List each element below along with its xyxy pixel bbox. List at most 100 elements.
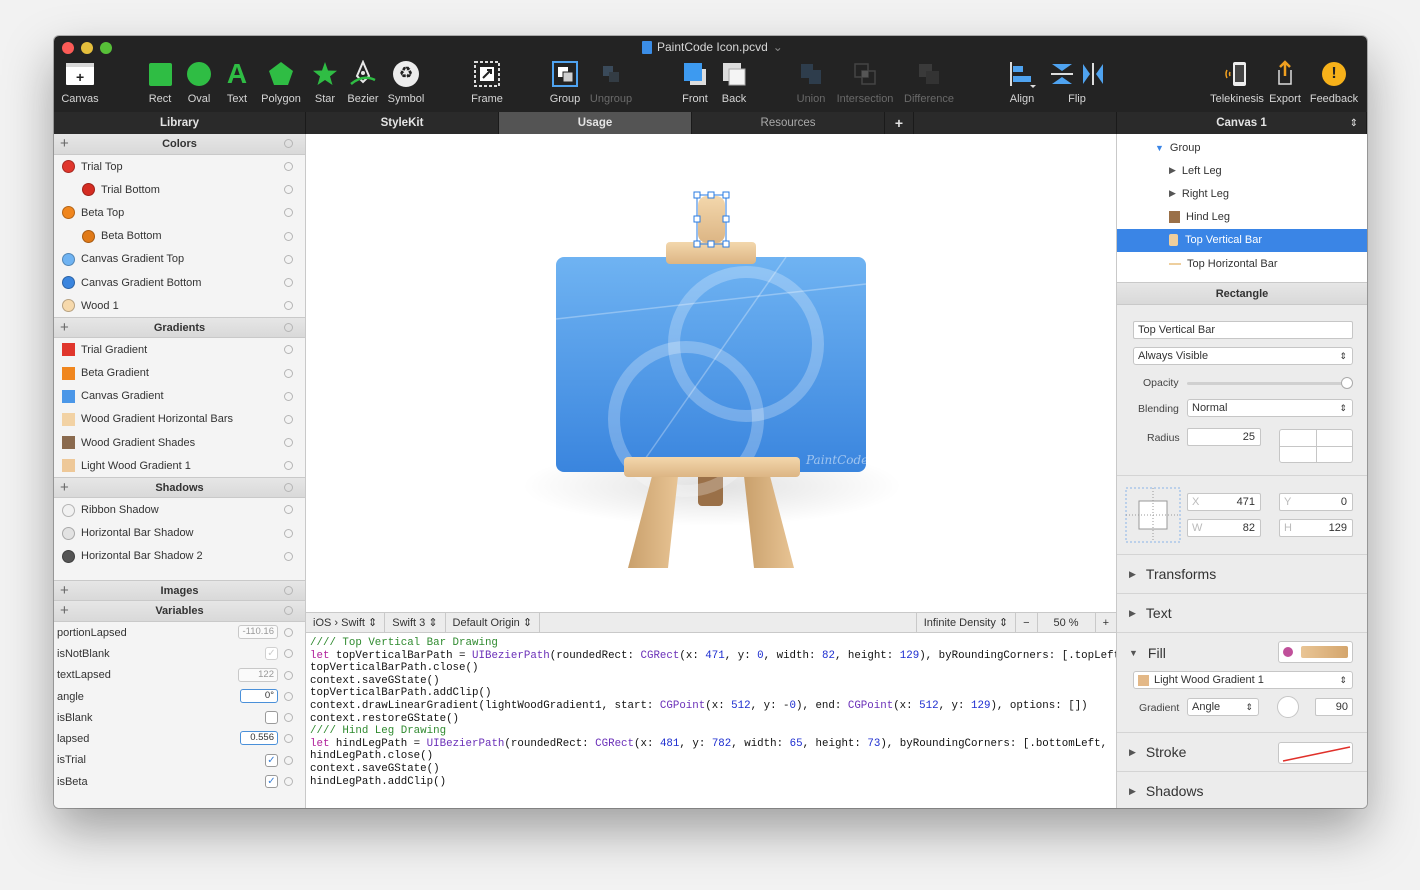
width-field[interactable]: W 82 xyxy=(1187,519,1261,537)
gear-icon[interactable] xyxy=(284,391,293,401)
toolbar-align[interactable]: Align xyxy=(997,58,1047,110)
gradients-section-header[interactable]: + Gradients xyxy=(54,317,305,339)
layer-node[interactable]: ▶ Right Leg xyxy=(1117,182,1367,205)
images-section-header[interactable]: + Images xyxy=(54,580,305,601)
variable-row[interactable]: isNotBlank ✓ xyxy=(54,643,305,664)
library-item[interactable]: Horizontal Bar Shadow xyxy=(54,522,305,545)
layer-node[interactable]: Hind Leg xyxy=(1117,206,1367,229)
generated-code-view[interactable]: //// Top Vertical Bar Drawing let topVert… xyxy=(306,633,1116,808)
library-item[interactable]: Canvas Gradient Top xyxy=(54,248,305,271)
stroke-well[interactable] xyxy=(1278,742,1353,764)
stroke-section[interactable]: ▶ Stroke xyxy=(1117,732,1367,771)
gear-icon[interactable] xyxy=(284,277,293,287)
density-select[interactable]: Infinite Density ⇕ xyxy=(917,613,1017,632)
gear-icon[interactable] xyxy=(284,606,293,615)
library-item[interactable]: Trial Bottom xyxy=(54,178,305,201)
gear-icon[interactable] xyxy=(284,483,293,493)
tab-resources[interactable]: Resources xyxy=(692,112,885,134)
library-item[interactable]: Light Wood Gradient 1 xyxy=(54,454,305,477)
gear-icon[interactable] xyxy=(284,691,293,701)
opacity-slider[interactable] xyxy=(1187,377,1353,389)
toolbar-canvas[interactable]: + Canvas xyxy=(55,58,105,110)
toolbar-polygon[interactable]: Polygon xyxy=(256,58,306,110)
close-window-button[interactable] xyxy=(62,42,74,54)
zoom-in-button[interactable]: + xyxy=(1096,613,1116,632)
variable-row[interactable]: lapsed 0.556 xyxy=(54,728,305,749)
opacity-slider-knob[interactable] xyxy=(1341,377,1353,389)
library-item[interactable]: Trial Top xyxy=(54,155,305,178)
gear-icon[interactable] xyxy=(284,649,293,659)
variable-row[interactable]: isBlank xyxy=(54,707,305,728)
library-item[interactable]: Beta Gradient xyxy=(54,362,305,385)
add-image-button[interactable]: + xyxy=(60,582,69,599)
toolbar-intersection[interactable]: Intersection xyxy=(837,58,893,110)
toolbar-symbol[interactable]: ♻ Symbol xyxy=(381,58,431,110)
variable-value[interactable]: ✓ xyxy=(265,647,278,661)
top-vertical-bar[interactable] xyxy=(698,196,725,243)
radius-field[interactable]: 25 xyxy=(1187,428,1261,446)
toolbar-telekinesis[interactable]: Telekinesis xyxy=(1210,58,1264,110)
library-item[interactable]: Wood Gradient Shades xyxy=(54,431,305,454)
gear-icon[interactable] xyxy=(284,551,293,561)
library-item[interactable]: Wood Gradient Horizontal Bars xyxy=(54,408,305,431)
corner-selector[interactable] xyxy=(1279,429,1353,463)
text-section[interactable]: ▶ Text xyxy=(1117,593,1367,632)
gear-icon[interactable] xyxy=(284,670,293,680)
gear-icon[interactable] xyxy=(284,323,293,333)
variable-row[interactable]: textLapsed 122 xyxy=(54,665,305,686)
y-field[interactable]: Y0 xyxy=(1279,493,1353,511)
toolbar-group[interactable]: Group xyxy=(540,58,590,110)
gear-icon[interactable] xyxy=(284,734,293,744)
library-item[interactable]: Wood 1 xyxy=(54,294,305,317)
document-title[interactable]: PaintCode Icon.pcvd ⌄ xyxy=(642,40,783,54)
transforms-section[interactable]: ▶ Transforms xyxy=(1117,554,1367,593)
shape-name-field[interactable]: Top Vertical Bar xyxy=(1133,321,1353,339)
paintcode-icon-artwork[interactable]: PaintCode xyxy=(306,134,1116,612)
variable-value[interactable]: 0.556 xyxy=(240,731,278,746)
gear-icon[interactable] xyxy=(284,777,293,787)
library-item[interactable]: Beta Top xyxy=(54,201,305,224)
bottom-horizontal-bar[interactable] xyxy=(624,457,800,477)
visibility-select[interactable]: Always Visible ⇕ xyxy=(1133,347,1353,365)
shadows-section-header[interactable]: + Shadows xyxy=(54,477,305,499)
library-item[interactable]: Ribbon Shadow xyxy=(54,498,305,521)
height-field[interactable]: H 129 xyxy=(1279,519,1353,537)
gear-icon[interactable] xyxy=(284,528,293,538)
disclosure-down-icon[interactable]: ▼ xyxy=(1129,648,1138,658)
toolbar-ungroup[interactable]: Ungroup xyxy=(586,58,636,110)
zoom-out-button[interactable]: − xyxy=(1016,613,1038,632)
disclosure-down-icon[interactable]: ▼ xyxy=(1155,143,1164,153)
origin-select[interactable]: Default Origin ⇕ xyxy=(446,613,541,632)
gear-icon[interactable] xyxy=(284,139,293,148)
layer-node[interactable]: ▶ Left Leg xyxy=(1117,159,1367,182)
angle-dial[interactable] xyxy=(1277,696,1299,718)
variable-row[interactable]: portionLapsed -110.16 xyxy=(54,622,305,643)
gear-icon[interactable] xyxy=(284,185,293,195)
add-color-button[interactable]: + xyxy=(60,135,69,152)
platform-select[interactable]: iOS › Swift ⇕ xyxy=(306,613,386,632)
drawing-canvas[interactable]: PaintCode xyxy=(306,134,1116,612)
gear-icon[interactable] xyxy=(284,713,293,723)
x-field[interactable]: X 471 xyxy=(1187,493,1261,511)
fill-gradient-select[interactable]: Light Wood Gradient 1 ⇕ xyxy=(1133,671,1353,689)
toolbar-frame[interactable]: Frame xyxy=(462,58,512,110)
minimize-window-button[interactable] xyxy=(81,42,93,54)
library-item[interactable]: Trial Gradient xyxy=(54,338,305,361)
gear-icon[interactable] xyxy=(284,628,293,637)
toolbar-difference[interactable]: Difference xyxy=(904,58,954,110)
blending-select[interactable]: Normal ⇕ xyxy=(1187,399,1353,417)
variable-value[interactable]: 0° xyxy=(240,688,278,703)
toolbar-union[interactable]: Union xyxy=(786,58,836,110)
gear-icon[interactable] xyxy=(284,755,293,765)
library-item[interactable]: Canvas Gradient xyxy=(54,385,305,408)
variables-section-header[interactable]: + Variables xyxy=(54,601,305,622)
toolbar-export[interactable]: Export xyxy=(1260,58,1310,110)
toolbar-text[interactable]: A Text xyxy=(212,58,262,110)
tab-usage[interactable]: Usage xyxy=(499,112,692,134)
variable-value[interactable]: ✓ xyxy=(265,775,278,789)
toolbar-flip[interactable]: Flip xyxy=(1051,58,1103,110)
shadows-section[interactable]: ▶ Shadows xyxy=(1117,771,1367,808)
tab-stylekit[interactable]: StyleKit xyxy=(306,112,499,134)
variable-row[interactable]: isTrial ✓ xyxy=(54,750,305,771)
gear-icon[interactable] xyxy=(284,461,293,471)
